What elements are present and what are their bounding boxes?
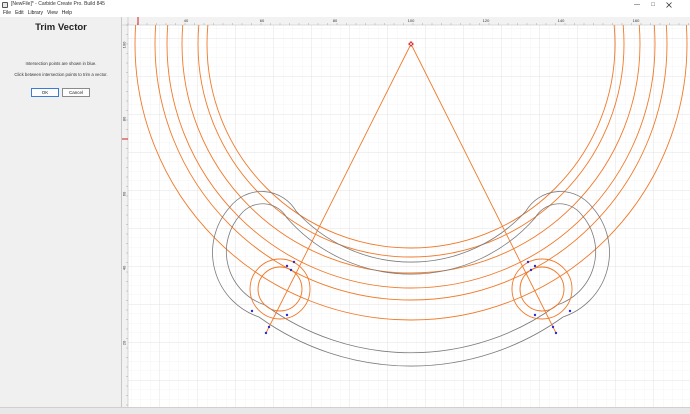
maximize-icon: □ <box>651 1 655 8</box>
panel-instruction-2: Click between intersection points to tri… <box>14 72 108 77</box>
canvas-svg[interactable]: 40 60 80 100 120 140 160 100 80 60 40 20 <box>122 17 690 407</box>
menu-file[interactable]: File <box>3 9 11 17</box>
ruler-label-y-60: 60 <box>122 191 127 196</box>
ok-button[interactable]: OK <box>31 88 59 97</box>
ruler-label-y-40: 40 <box>122 265 127 270</box>
ruler-label-x-40: 40 <box>184 18 189 23</box>
close-icon <box>666 1 672 8</box>
grid <box>128 25 690 407</box>
menu-view[interactable]: View <box>47 9 58 17</box>
ruler-label-x-120: 120 <box>483 18 490 23</box>
minimize-icon: — <box>634 1 640 8</box>
minimize-button[interactable]: — <box>630 0 644 9</box>
ruler-label-y-20: 20 <box>122 340 127 345</box>
ruler-label-x-60: 60 <box>260 18 265 23</box>
menu-edit[interactable]: Edit <box>15 9 24 17</box>
left-ruler <box>122 17 128 407</box>
tool-panel: Trim Vector Intersection points are show… <box>0 17 122 407</box>
close-button[interactable] <box>662 0 676 9</box>
app-icon <box>2 1 8 8</box>
title-bar: [NewFile]* - Carbide Create Pro. Build 8… <box>0 0 690 9</box>
ruler-label-y-80: 80 <box>122 116 127 121</box>
status-bar <box>0 407 690 414</box>
menu-help[interactable]: Help <box>62 9 72 17</box>
ruler-label-x-80: 80 <box>333 18 338 23</box>
ruler-label-y-100: 100 <box>122 41 127 48</box>
design-canvas[interactable]: 40 60 80 100 120 140 160 100 80 60 40 20 <box>122 17 690 407</box>
ruler-label-x-160: 160 <box>633 18 640 23</box>
menu-bar: File Edit Library View Help <box>0 9 690 17</box>
panel-title: Trim Vector <box>35 22 87 33</box>
cancel-button[interactable]: Cancel <box>62 88 90 97</box>
ruler-label-x-140: 140 <box>558 18 565 23</box>
ruler-label-x-100: 100 <box>408 18 415 23</box>
menu-library[interactable]: Library <box>28 9 43 17</box>
app-window: [NewFile]* - Carbide Create Pro. Build 8… <box>0 0 690 414</box>
maximize-button[interactable]: □ <box>646 0 660 9</box>
top-ruler <box>122 17 690 25</box>
panel-instruction-1: Intersection points are shown in blue. <box>25 61 97 66</box>
window-title: [NewFile]* - Carbide Create Pro. Build 8… <box>11 1 105 7</box>
